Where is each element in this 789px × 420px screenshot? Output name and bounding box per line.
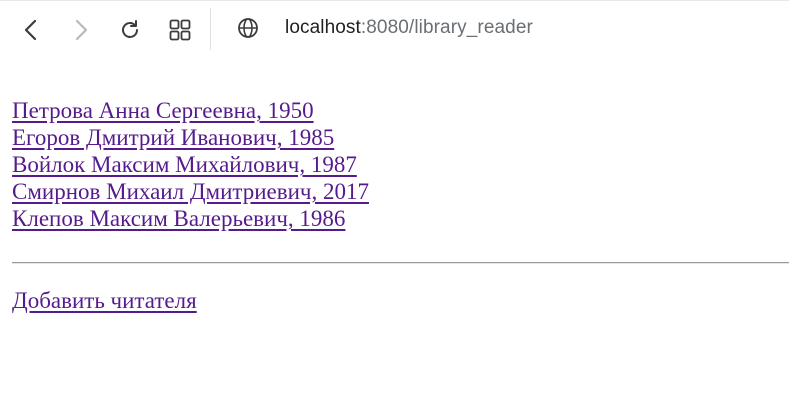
back-button[interactable] [16,14,48,46]
horizontal-divider [12,262,789,264]
forward-button[interactable] [64,14,96,46]
address-host: localhost [285,17,361,38]
reader-link[interactable]: Егоров Дмитрий Иванович, 1985 [12,124,334,151]
toolbar-top-border [0,0,789,1]
page-content: Петрова Анна Сергеевна, 1950 Егоров Дмит… [12,97,789,232]
reload-button[interactable] [114,14,146,46]
reader-link[interactable]: Войлок Максим Михайлович, 1987 [12,151,357,178]
chevron-left-icon [22,18,42,42]
browser-toolbar: localhost:8080/library_reader [0,0,789,60]
reload-icon [118,18,142,42]
add-reader-link[interactable]: Добавить читателя [12,287,197,314]
chevron-right-icon [70,18,90,42]
site-info-button[interactable] [236,18,260,42]
address-path: :8080/library_reader [360,17,533,38]
reader-list: Петрова Анна Сергеевна, 1950 Егоров Дмит… [12,97,789,232]
grid-icon [168,18,192,42]
toolbar-separator [210,8,211,50]
reader-link[interactable]: Петрова Анна Сергеевна, 1950 [12,97,314,124]
apps-button[interactable] [164,14,196,46]
globe-icon [236,16,260,44]
reader-link[interactable]: Клепов Максим Валерьевич, 1986 [12,205,345,232]
reader-link[interactable]: Смирнов Михаил Дмитриевич, 2017 [12,178,369,205]
address-bar[interactable]: localhost:8080/library_reader [285,17,533,39]
